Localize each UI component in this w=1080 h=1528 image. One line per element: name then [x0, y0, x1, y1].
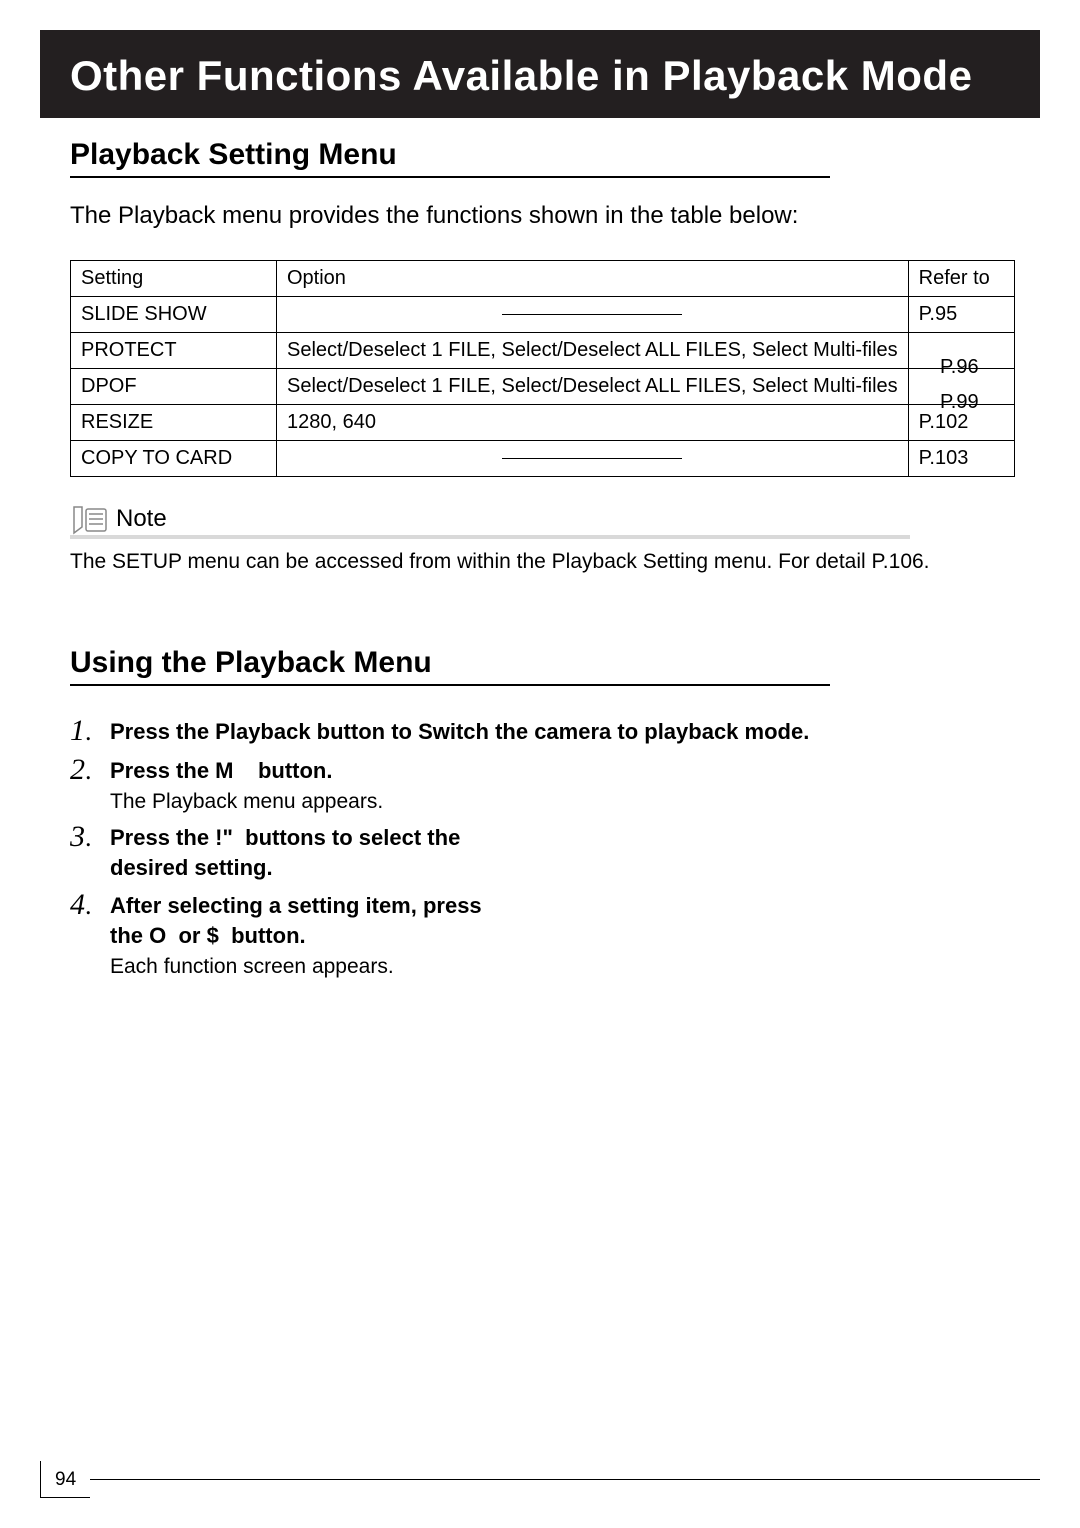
cell-option: 1280, 640	[277, 405, 909, 441]
note-header: Note	[70, 505, 910, 539]
step-number: 4.	[70, 888, 110, 921]
step-4: 4. After selecting a setting item, press…	[70, 888, 1040, 978]
cell-setting: DPOF	[71, 369, 277, 405]
note-body: The SETUP menu can be accessed from with…	[70, 547, 1040, 576]
empty-option-line	[502, 314, 682, 315]
cell-refer: P.103	[908, 441, 1014, 477]
empty-option-line	[502, 458, 682, 459]
menu-button-glyph: M	[215, 758, 233, 783]
section-rule	[70, 176, 830, 178]
step-title: After selecting a setting item, press th…	[110, 891, 510, 950]
cell-setting: RESIZE	[71, 405, 277, 441]
cell-option	[277, 297, 909, 333]
page-number: 94	[40, 1461, 90, 1498]
note-label: Note	[116, 505, 167, 535]
cell-setting: PROTECT	[71, 333, 277, 369]
page: Other Functions Available in Playback Mo…	[0, 0, 1080, 1528]
step-1: 1. Press the Playback button to Switch t…	[70, 714, 1040, 747]
cell-option: Select/Deselect 1 FILE, Select/Deselect …	[277, 369, 909, 405]
step-title: Press the M button.	[110, 756, 383, 786]
right-button-glyph: $	[207, 923, 219, 948]
section-heading-using-menu: Using the Playback Menu	[70, 646, 1040, 680]
step-subtext: The Playback menu appears.	[110, 790, 383, 814]
table-row: PROTECT Select/Deselect 1 FILE, Select/D…	[71, 333, 1015, 369]
table-row: SLIDE SHOW P.95	[71, 297, 1015, 333]
step-content: Press the Playback button to Switch the …	[110, 714, 809, 747]
overflow-refer-protect: P.96	[940, 356, 979, 379]
section-heading-playback-setting: Playback Setting Menu	[70, 138, 1040, 172]
step-number: 1.	[70, 714, 110, 747]
step-content: Press the M button. The Playback menu ap…	[110, 753, 383, 814]
table-row: COPY TO CARD P.103	[71, 441, 1015, 477]
cell-refer: P.95	[908, 297, 1014, 333]
col-header-setting: Setting	[71, 261, 277, 297]
footer-rule	[90, 1479, 1040, 1480]
page-footer: 94	[40, 1461, 1040, 1498]
chapter-header: Other Functions Available in Playback Mo…	[40, 30, 1040, 118]
step-3: 3. Press the !" buttons to select the de…	[70, 820, 1040, 882]
chapter-title: Other Functions Available in Playback Mo…	[70, 52, 1010, 100]
overflow-refer-dpof: P.99	[940, 391, 979, 414]
ok-button-glyph: O	[149, 923, 166, 948]
table-header-row: Setting Option Refer to	[71, 261, 1015, 297]
cell-option: Select/Deselect 1 FILE, Select/Deselect …	[277, 333, 909, 369]
step-content: Press the !" buttons to select the desir…	[110, 820, 510, 882]
col-header-refer: Refer to	[908, 261, 1014, 297]
step-2: 2. Press the M button. The Playback menu…	[70, 753, 1040, 814]
step-number: 2.	[70, 753, 110, 786]
section-rule	[70, 684, 830, 686]
updown-buttons-glyph: !"	[215, 825, 233, 850]
settings-table: Setting Option Refer to SLIDE SHOW P.95 …	[70, 260, 1015, 477]
table-row: DPOF Select/Deselect 1 FILE, Select/Dese…	[71, 369, 1015, 405]
steps-list: 1. Press the Playback button to Switch t…	[70, 714, 1040, 978]
step-subtext: Each function screen appears.	[110, 955, 510, 979]
step-title: Press the !" buttons to select the desir…	[110, 823, 510, 882]
section-intro: The Playback menu provides the functions…	[70, 202, 1040, 230]
note-block: Note The SETUP menu can be accessed from…	[70, 505, 1040, 576]
cell-setting: COPY TO CARD	[71, 441, 277, 477]
step-content: After selecting a setting item, press th…	[110, 888, 510, 978]
cell-option	[277, 441, 909, 477]
table-row: RESIZE 1280, 640 P.102	[71, 405, 1015, 441]
col-header-option: Option	[277, 261, 909, 297]
cell-setting: SLIDE SHOW	[71, 297, 277, 333]
step-number: 3.	[70, 820, 110, 853]
step-title: Press the Playback button to Switch the …	[110, 717, 809, 747]
note-icon	[70, 505, 110, 535]
